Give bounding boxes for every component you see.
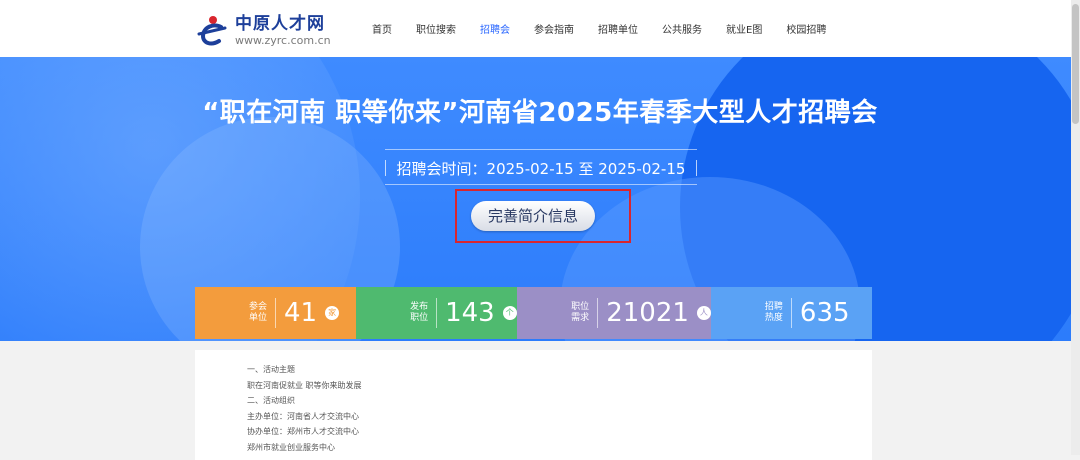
date-divider-right — [696, 160, 697, 176]
nav-item-fair-guide[interactable]: 参会指南 — [534, 21, 574, 36]
stat-recruit-heat: 招聘热度 635 — [710, 287, 872, 339]
fair-date: 招聘会时间：2025-02-15 至 2025-02-15 — [385, 149, 697, 185]
description-line: 职在河南促就业 职等你来助发展 — [247, 380, 362, 390]
stat-divider — [436, 298, 438, 328]
nav-item-job-search[interactable]: 职位搜索 — [416, 21, 456, 36]
stat-unit-badge: 家 — [325, 306, 340, 320]
description-line: 一、活动主题 — [247, 365, 295, 374]
site-header: 中原人才网 www.zyrc.com.cn 首页 职位搜索 招聘会 参会指南 招… — [0, 0, 1080, 57]
stat-unit-badge: 个 — [502, 306, 517, 320]
page-scrollbar[interactable] — [1071, 0, 1080, 455]
stat-label: 发布职位 — [410, 302, 429, 323]
stat-label: 职位需求 — [571, 302, 590, 323]
stat-divider — [790, 298, 792, 328]
stat-value: 635 — [799, 298, 850, 328]
nav-item-campus-recruit[interactable]: 校园招聘 — [786, 21, 826, 36]
complete-profile-button[interactable]: 完善简介信息 — [471, 201, 595, 231]
stat-label: 参会单位 — [248, 302, 267, 323]
nav-item-public-services[interactable]: 公共服务 — [662, 21, 702, 36]
nav-item-job-fair[interactable]: 招聘会 — [480, 21, 510, 36]
stat-value: 21021 — [606, 298, 689, 328]
nav-item-employment-map[interactable]: 就业E图 — [726, 21, 762, 36]
stat-job-demand: 职位需求 21021 人 — [517, 287, 711, 339]
stat-posted-jobs: 发布职位 143 个 — [356, 287, 518, 339]
fair-description: 一、活动主题 职在河南促就业 职等你来助发展 二、活动组织 主办单位：河南省人才… — [195, 350, 872, 460]
logo-url: www.zyrc.com.cn — [235, 34, 331, 47]
description-line: 主办单位：河南省人才交流中心 — [247, 411, 359, 421]
logo-name: 中原人才网 — [235, 14, 325, 34]
stat-divider — [597, 298, 599, 328]
stat-value: 41 — [284, 298, 318, 328]
stat-divider — [275, 298, 276, 328]
stat-value: 143 — [445, 298, 495, 328]
stat-label: 招聘热度 — [764, 302, 783, 323]
fair-title: “职在河南 职等你来”河南省2025年春季大型人才招聘会 — [202, 98, 878, 128]
nav-item-home[interactable]: 首页 — [372, 21, 392, 36]
fair-date-text: 招聘会时间：2025-02-15 至 2025-02-15 — [396, 160, 686, 178]
stat-unit-badge: 人 — [696, 306, 711, 320]
nav-item-employers[interactable]: 招聘单位 — [598, 21, 638, 36]
description-line: 协办单位：郑州市人才交流中心 — [247, 427, 359, 436]
logo-mark-icon — [194, 12, 232, 50]
scrollbar-thumb[interactable] — [1072, 4, 1079, 124]
main-nav: 首页 职位搜索 招聘会 参会指南 招聘单位 公共服务 就业E图 校园招聘 — [372, 0, 850, 57]
description-line: 二、活动组织 — [247, 396, 295, 405]
site-logo[interactable]: 中原人才网 www.zyrc.com.cn — [194, 12, 334, 50]
description-line: 郑州市就业创业服务中心 — [247, 442, 335, 452]
stat-participating-units: 参会单位 41 家 — [195, 287, 357, 339]
fair-stats: 参会单位 41 家 发布职位 143 个 职位需求 21021 人 招聘热度 6… — [195, 287, 872, 339]
